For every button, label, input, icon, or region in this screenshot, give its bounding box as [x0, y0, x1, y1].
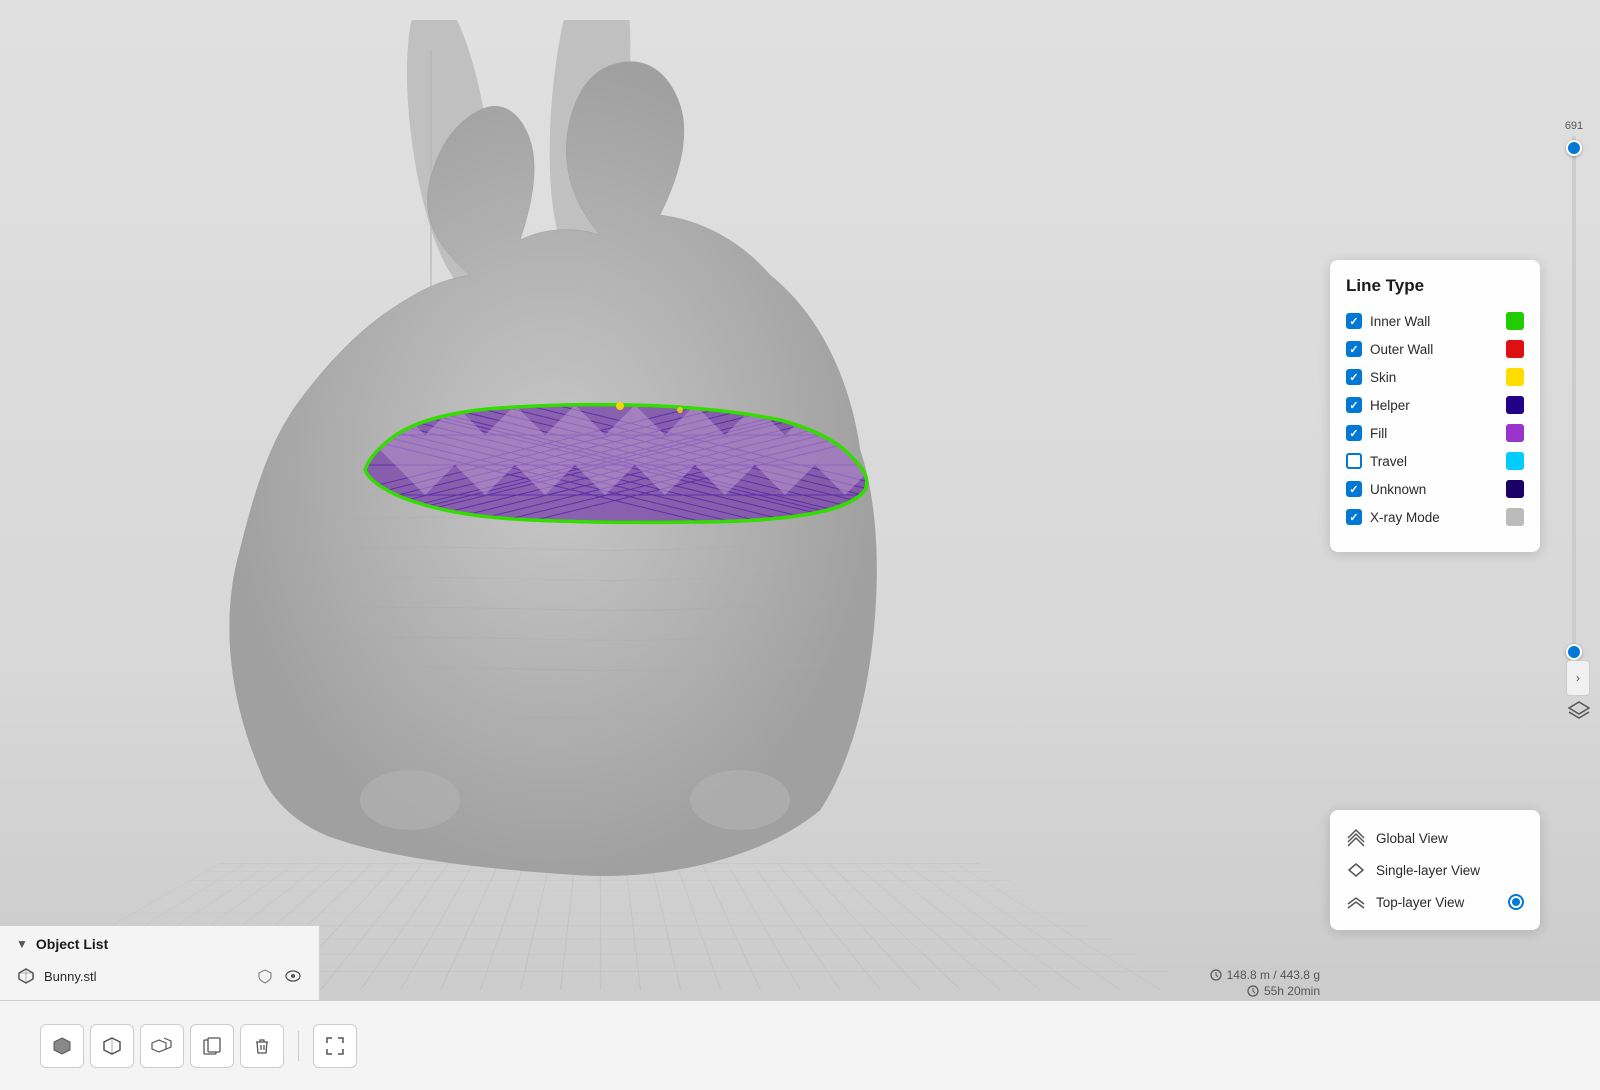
xray-checkbox[interactable] — [1346, 509, 1362, 525]
time-status: 55h 20min — [1209, 984, 1320, 998]
single-layer-view-item[interactable]: Single-layer View — [1346, 854, 1524, 886]
size-icon — [1209, 968, 1223, 982]
time-icon — [1246, 984, 1260, 998]
tool-cube-outline[interactable] — [90, 1024, 134, 1068]
bottom-toolbar — [0, 1000, 1600, 1090]
unknown-checkbox[interactable] — [1346, 481, 1362, 497]
skin-label: Skin — [1370, 370, 1498, 385]
unknown-color — [1506, 480, 1524, 498]
line-type-panel: Line Type Inner Wall Outer Wall Skin Hel… — [1330, 260, 1540, 552]
xray-label: X-ray Mode — [1370, 510, 1498, 525]
top-layer-view-item[interactable]: Top-layer View — [1346, 886, 1524, 918]
bunny-object-item[interactable]: Bunny.stl — [16, 962, 303, 990]
travel-color — [1506, 452, 1524, 470]
expand-chevron[interactable]: ▼ — [16, 937, 28, 951]
object-list-section: ▼ Object List Bunny.stl — [0, 925, 320, 1000]
single-layer-icon — [1346, 860, 1366, 880]
slider-thumb-top[interactable] — [1566, 140, 1582, 156]
view-panel: Global View Single-layer View Top-layer … — [1330, 810, 1540, 930]
tool-cube-copy[interactable] — [190, 1024, 234, 1068]
object-list-header: ▼ Object List — [16, 936, 303, 952]
tool-cube-remove[interactable] — [240, 1024, 284, 1068]
line-item-fill: Fill — [1346, 424, 1524, 442]
fill-checkbox[interactable] — [1346, 425, 1362, 441]
time-value: 55h 20min — [1264, 984, 1320, 998]
line-item-unknown: Unknown — [1346, 480, 1524, 498]
outer-wall-color — [1506, 340, 1524, 358]
toolbar-separator — [298, 1031, 299, 1061]
slider-track[interactable] — [1572, 136, 1576, 664]
size-status: 148.8 m / 443.8 g — [1209, 968, 1320, 982]
unknown-label: Unknown — [1370, 482, 1498, 497]
layers-icon — [1568, 699, 1590, 721]
global-view-item[interactable]: Global View — [1346, 822, 1524, 854]
inner-wall-color — [1506, 312, 1524, 330]
panel-title: Line Type — [1346, 276, 1524, 296]
slider-thumb-bottom[interactable] — [1566, 644, 1582, 660]
helper-checkbox[interactable] — [1346, 397, 1362, 413]
travel-label: Travel — [1370, 454, 1498, 469]
global-view-label: Global View — [1376, 831, 1524, 846]
line-item-inner-wall: Inner Wall — [1346, 312, 1524, 330]
3d-viewport[interactable]: 691 0 › Line Type Inner Wall Outer Wall — [0, 0, 1600, 1090]
helper-color — [1506, 396, 1524, 414]
tool-icons-group — [20, 1024, 377, 1068]
tool-fit-screen[interactable] — [313, 1024, 357, 1068]
eye-icon[interactable] — [283, 966, 303, 986]
fill-label: Fill — [1370, 426, 1498, 441]
tool-cube-multi[interactable] — [140, 1024, 184, 1068]
outer-wall-checkbox[interactable] — [1346, 341, 1362, 357]
bunny-model — [80, 20, 1060, 880]
top-layer-icon — [1346, 892, 1366, 912]
shield-icon — [255, 966, 275, 986]
xray-color — [1506, 508, 1524, 526]
layer-slider[interactable]: 691 0 — [1564, 120, 1584, 680]
status-bar: 148.8 m / 443.8 g 55h 20min — [1209, 968, 1320, 1000]
skin-checkbox[interactable] — [1346, 369, 1362, 385]
object-list-title: Object List — [36, 936, 108, 952]
inner-wall-label: Inner Wall — [1370, 314, 1498, 329]
bunny-name: Bunny.stl — [44, 969, 247, 984]
cube-icon — [16, 966, 36, 986]
global-view-icon — [1346, 828, 1366, 848]
line-item-helper: Helper — [1346, 396, 1524, 414]
expand-panel-button[interactable]: › — [1566, 660, 1590, 696]
slider-top-value: 691 — [1565, 120, 1583, 132]
single-layer-label: Single-layer View — [1376, 863, 1524, 878]
skin-color — [1506, 368, 1524, 386]
line-item-skin: Skin — [1346, 368, 1524, 386]
top-layer-label: Top-layer View — [1376, 895, 1498, 910]
outer-wall-label: Outer Wall — [1370, 342, 1498, 357]
top-layer-radio[interactable] — [1508, 894, 1524, 910]
inner-wall-checkbox[interactable] — [1346, 313, 1362, 329]
helper-label: Helper — [1370, 398, 1498, 413]
travel-checkbox[interactable] — [1346, 453, 1362, 469]
tool-cube-solid[interactable] — [40, 1024, 84, 1068]
line-item-travel: Travel — [1346, 452, 1524, 470]
fill-color — [1506, 424, 1524, 442]
line-item-xray: X-ray Mode — [1346, 508, 1524, 526]
line-item-outer-wall: Outer Wall — [1346, 340, 1524, 358]
size-value: 148.8 m / 443.8 g — [1227, 968, 1320, 982]
layers-icon-button[interactable] — [1564, 695, 1594, 725]
